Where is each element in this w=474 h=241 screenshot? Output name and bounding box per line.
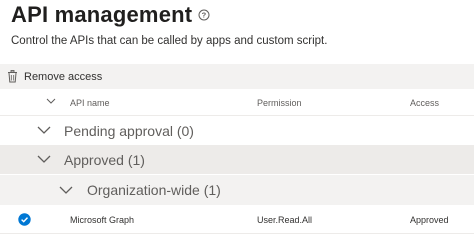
chevron-down-icon[interactable] [59,185,73,195]
column-header-access[interactable]: Access [410,98,439,108]
group-label: Organization-wide (1) [87,182,221,198]
svg-text:?: ? [202,11,207,20]
help-icon[interactable]: ? [198,9,210,21]
chevron-down-icon[interactable] [37,125,51,135]
table-header: API name Permission Access [0,89,474,115]
group-pending-approval[interactable]: Pending approval (0) [0,116,474,145]
cell-api-name: Microsoft Graph [70,215,135,225]
page-description: Control the APIs that can be called by a… [11,35,328,47]
column-header-api-name[interactable]: API name [70,98,110,108]
cell-access: Approved [410,215,449,225]
trash-icon [8,70,17,83]
table-row[interactable]: Microsoft Graph User.Read.All Approved [0,205,474,233]
group-organization-wide[interactable]: Organization-wide (1) [0,175,474,205]
page-title: API management ? [11,0,210,30]
group-label: Approved (1) [64,151,145,168]
group-label: Pending approval (0) [64,122,194,139]
cell-permission: User.Read.All [257,215,313,225]
command-bar: Remove access [0,64,474,89]
expand-all-chevron-icon[interactable] [46,97,56,105]
remove-access-button[interactable]: Remove access [24,71,102,83]
chevron-down-icon[interactable] [37,154,51,164]
column-header-permission[interactable]: Permission [257,98,302,108]
page-title-text: API management [11,2,193,27]
group-approved[interactable]: Approved (1) [0,145,474,174]
checkmark-circle-icon[interactable] [18,213,31,226]
row-divider [0,233,474,234]
